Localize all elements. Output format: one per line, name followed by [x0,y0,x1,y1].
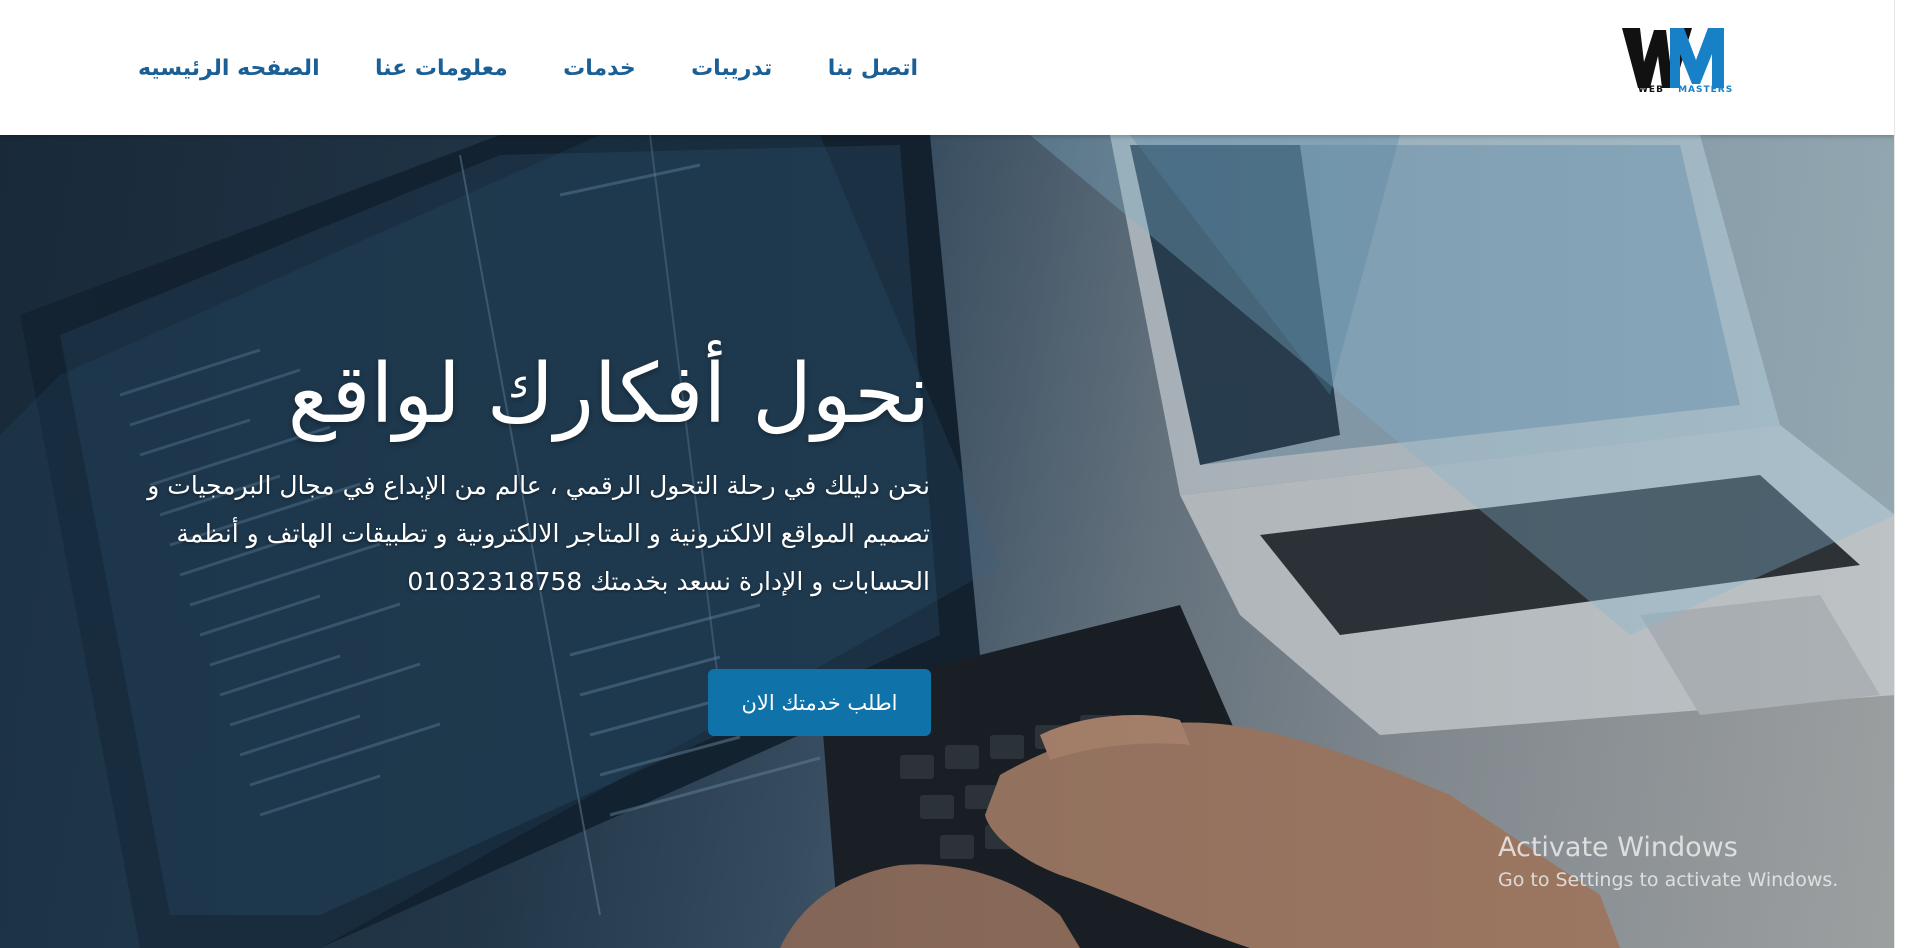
hero-title: نحول أفكارك لواقع [287,347,930,442]
hero-section: نحول أفكارك لواقع نحن دليلك في رحلة التح… [0,135,1895,948]
hero-description: نحن دليلك في رحلة التحول الرقمي ، عالم م… [147,471,930,597]
logo-m-mark [1670,28,1724,88]
watermark-subtitle: Go to Settings to activate Windows. [1498,869,1839,891]
logo-subtitle: WEB MASTERS [1638,85,1733,95]
main-nav: الصفحه الرئيسيه معلومات عنا خدمات تدريبا… [138,50,918,86]
nav-about[interactable]: معلومات عنا [375,56,508,81]
hero-content: نحول أفكارك لواقع نحن دليلك في رحلة التح… [110,347,930,606]
nav-home[interactable]: الصفحه الرئيسيه [138,56,320,81]
activate-windows-watermark: Activate Windows Go to Settings to activ… [1498,830,1838,894]
site-header: WEB MASTERS الصفحه الرئيسيه معلومات عنا … [0,0,1895,135]
logo-sub-web: WEB [1638,85,1664,95]
request-service-button[interactable]: اطلب خدمتك الان [708,669,931,736]
watermark-title: Activate Windows [1498,832,1738,863]
nav-trainings[interactable]: تدريبات [691,56,772,81]
logo-sub-masters: MASTERS [1678,85,1734,95]
page: WEB MASTERS الصفحه الرئيسيه معلومات عنا … [0,0,1905,948]
nav-services[interactable]: خدمات [563,56,636,81]
nav-contact[interactable]: اتصل بنا [828,56,918,81]
window-right-edge [1894,0,1905,948]
